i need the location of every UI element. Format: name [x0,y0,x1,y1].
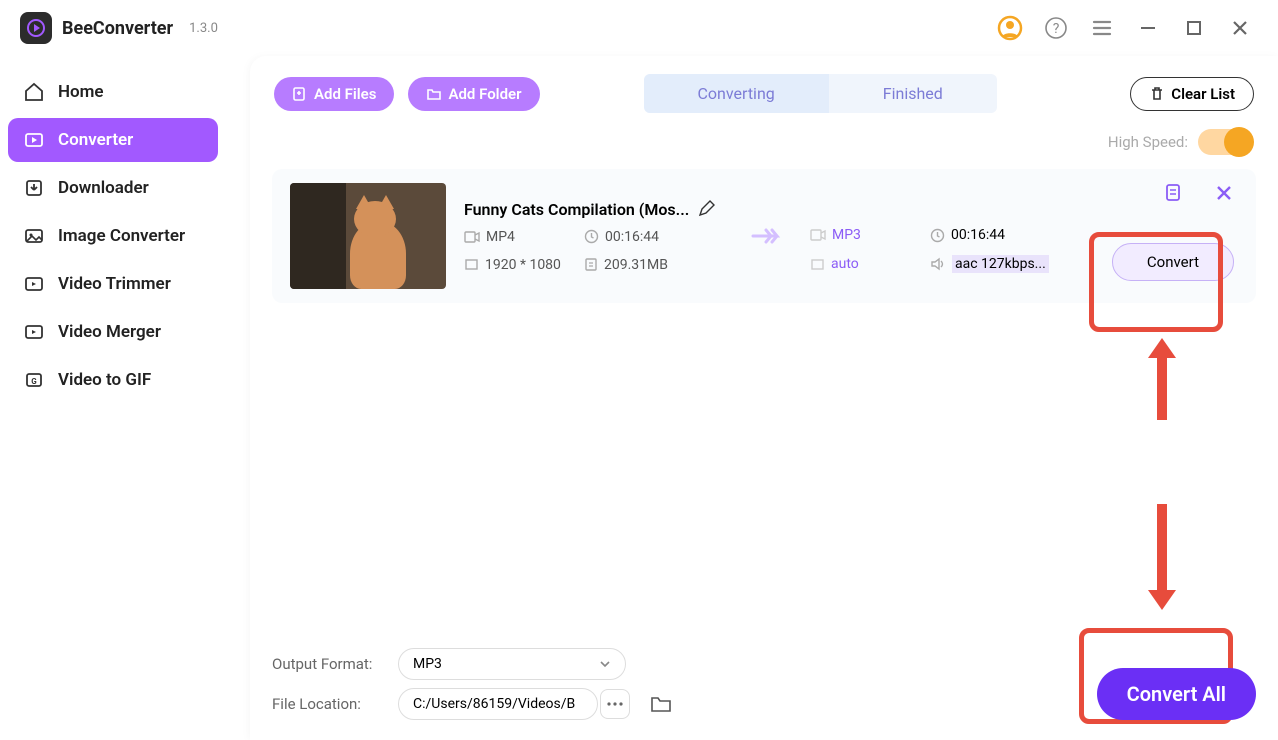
help-icon[interactable]: ? [1038,10,1074,46]
clock-icon [930,228,945,243]
sidebar-item-image-converter[interactable]: Image Converter [8,214,218,258]
file-title: Funny Cats Compilation (Mos... [464,200,689,219]
src-resolution: 1920 * 1080 [485,257,561,273]
app-version: 1.3.0 [189,21,218,36]
sidebar-item-label: Video Merger [58,322,161,342]
converter-icon [22,128,46,152]
close-icon[interactable] [1222,10,1258,46]
sidebar-item-downloader[interactable]: Downloader [8,166,218,210]
file-location-input[interactable]: C:/Users/86159/Videos/B [398,688,598,720]
output-meta: MP3 00:16:44 auto aac 127kbps... [810,227,1090,273]
dst-audio[interactable]: aac 127kbps... [952,255,1049,273]
dst-format[interactable]: MP3 [832,227,861,243]
filesize-icon [584,257,598,272]
video-icon [464,230,480,244]
footer: Output Format: MP3 File Location: C:/Use… [272,640,1256,728]
high-speed-row: High Speed: [250,123,1278,169]
dst-duration: 00:16:44 [951,227,1005,243]
arrow-icon [742,224,792,248]
audio-icon [930,257,946,271]
edit-icon[interactable] [697,200,715,218]
convert-all-button[interactable]: Convert All [1097,668,1256,720]
src-size: 209.31MB [604,257,668,273]
download-icon [22,176,46,200]
sidebar-item-converter[interactable]: Converter [8,118,218,162]
sidebar-item-video-merger[interactable]: Video Merger [8,310,218,354]
sidebar-item-video-trimmer[interactable]: Video Trimmer [8,262,218,306]
clear-list-label: Clear List [1171,85,1235,103]
video-icon [810,228,826,242]
sidebar-item-label: Downloader [58,178,149,198]
source-meta: Funny Cats Compilation (Mos... MP4 00:16… [464,200,724,273]
remove-file-icon[interactable] [1214,183,1234,203]
add-folder-label: Add Folder [448,85,521,103]
output-format-select[interactable]: MP3 [398,648,626,680]
open-folder-icon[interactable] [650,694,672,714]
high-speed-toggle[interactable] [1198,129,1252,155]
menu-icon[interactable] [1084,10,1120,46]
browse-button[interactable] [600,689,630,719]
resolution-icon [810,257,825,272]
file-location-value: C:/Users/86159/Videos/B [413,696,575,712]
svg-text:?: ? [1053,21,1060,37]
gif-icon: G [22,368,46,392]
topbar: Add Files Add Folder Converting Finished… [250,56,1278,123]
high-speed-label: High Speed: [1108,133,1188,151]
annotation-arrow-icon [1144,502,1180,616]
clear-list-button[interactable]: Clear List [1130,77,1254,111]
app-logo [20,12,52,44]
src-format: MP4 [486,229,515,245]
tab-finished[interactable]: Finished [829,74,997,113]
account-icon[interactable] [992,10,1028,46]
output-format-label: Output Format: [272,655,384,673]
app-name: BeeConverter [62,18,173,39]
file-card: Funny Cats Compilation (Mos... MP4 00:16… [272,169,1256,303]
main-panel: Add Files Add Folder Converting Finished… [250,56,1278,740]
tab-converting[interactable]: Converting [644,74,829,113]
resolution-icon [464,257,479,272]
sidebar-item-label: Home [58,82,104,102]
image-icon [22,224,46,248]
file-location-label: File Location: [272,695,384,713]
src-duration: 00:16:44 [605,229,659,245]
trimmer-icon [22,272,46,296]
video-thumbnail[interactable] [290,183,446,289]
convert-button[interactable]: Convert [1112,243,1234,281]
maximize-icon[interactable] [1176,10,1212,46]
add-files-button[interactable]: Add Files [274,77,394,111]
minimize-icon[interactable] [1130,10,1166,46]
sidebar: Home Converter Downloader Image Converte… [8,66,218,406]
sidebar-item-label: Converter [58,130,133,150]
trash-icon [1149,86,1165,102]
merger-icon [22,320,46,344]
titlebar: BeeConverter 1.3.0 ? [0,0,1278,56]
sidebar-item-label: Video to GIF [58,370,151,390]
svg-text:G: G [31,377,37,386]
add-folder-button[interactable]: Add Folder [408,77,539,111]
add-files-label: Add Files [314,85,376,103]
clock-icon [584,229,599,244]
sidebar-item-video-to-gif[interactable]: G Video to GIF [8,358,218,402]
sidebar-item-label: Image Converter [58,226,185,246]
output-format-value: MP3 [413,656,442,672]
sidebar-item-label: Video Trimmer [58,274,171,294]
tabs: Converting Finished [644,74,997,113]
home-icon [22,80,46,104]
sidebar-item-home[interactable]: Home [8,70,218,114]
task-settings-icon[interactable] [1164,183,1184,203]
annotation-arrow-icon [1144,334,1180,422]
chevron-down-icon [599,658,611,670]
dst-mode[interactable]: auto [831,256,859,272]
